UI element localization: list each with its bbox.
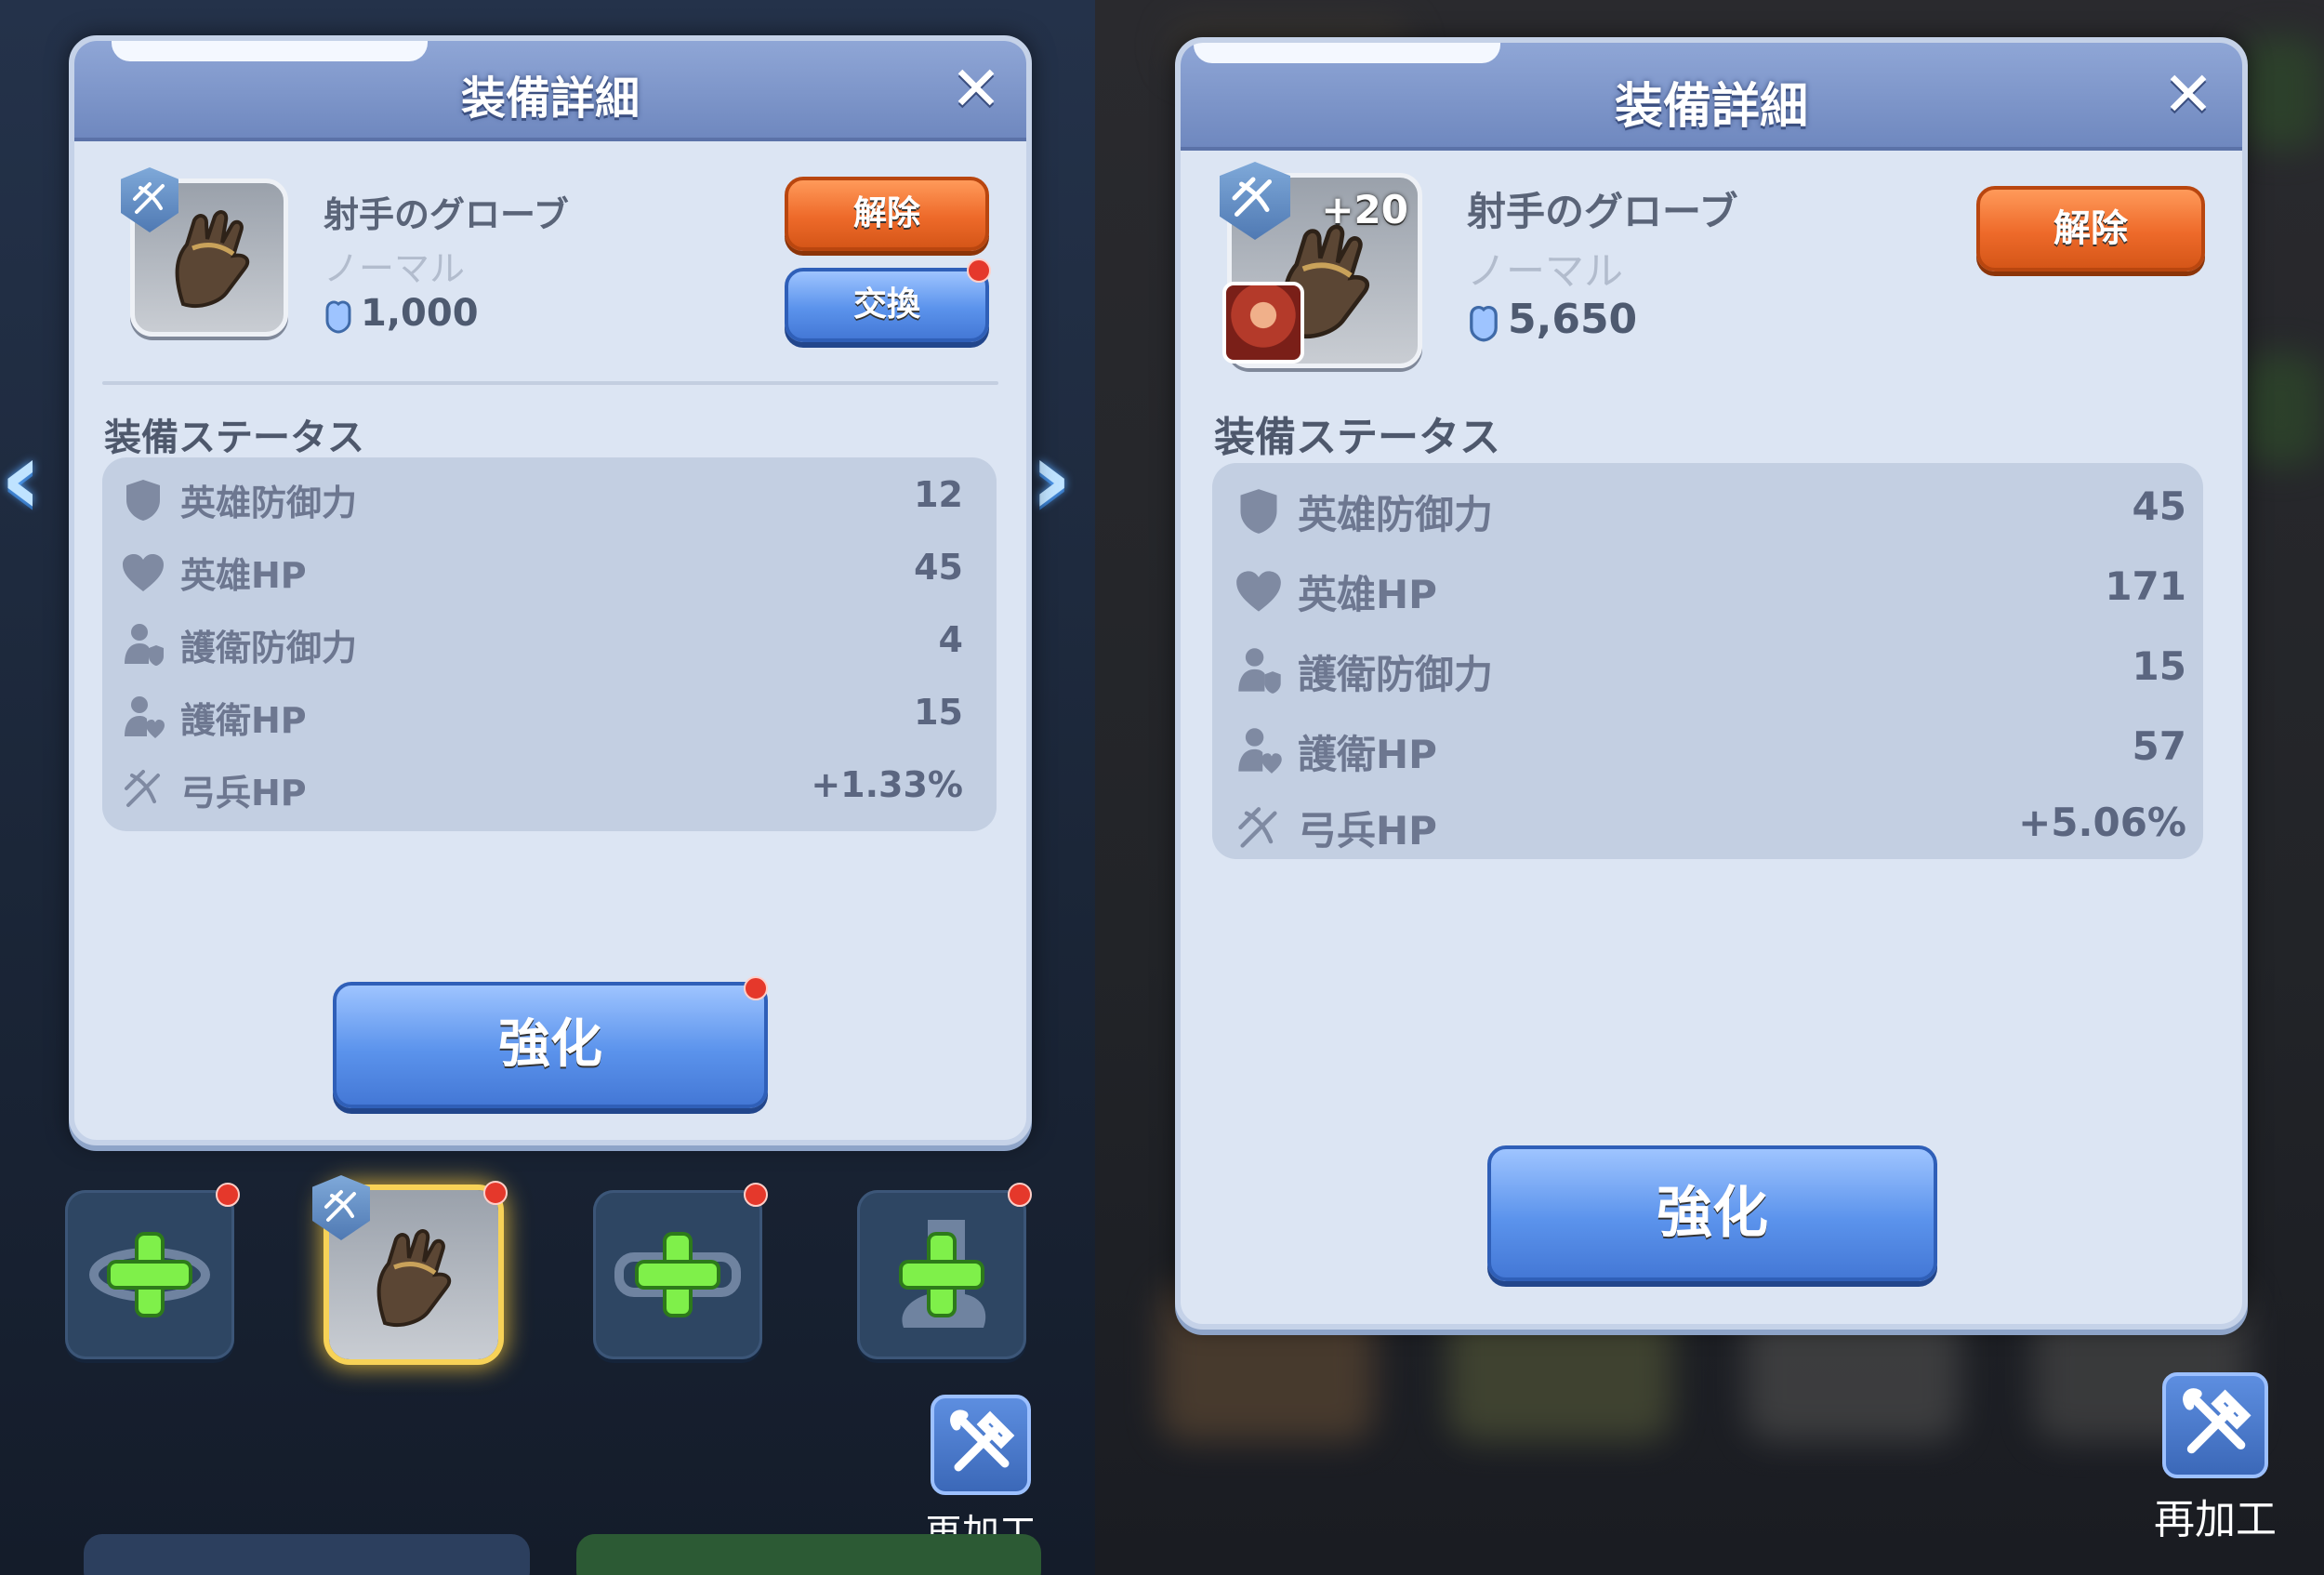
unequip-button[interactable]: 解除	[1976, 186, 2205, 271]
enhance-level: +20	[1321, 187, 1408, 232]
stat-row: 英雄HP 171	[1212, 558, 2203, 623]
previous-arrow-icon[interactable]: ‹	[0, 418, 42, 537]
item-power: 5,650	[1465, 296, 1637, 343]
stat-label: 英雄防御力	[1298, 492, 1494, 537]
item-power-value: 5,650	[1508, 296, 1638, 343]
slot-notification-dot	[483, 1181, 508, 1205]
item-rarity: ノーマル	[324, 248, 466, 289]
stat-row: 弓兵HP +5.06%	[1212, 798, 2203, 863]
stats-list: 英雄防御力 45 英雄HP 171 護衛防御力 15 護衛HP 57 弓兵HP	[1212, 463, 2203, 859]
rework-button[interactable]: 再加工	[902, 1395, 1060, 1556]
panel-header: 装備詳細 ✕	[74, 41, 1026, 141]
stat-value: +5.06%	[2018, 800, 2186, 845]
stat-value: 45	[2132, 483, 2186, 529]
slot-notification-dot	[744, 1183, 768, 1207]
item-power-value: 1,000	[361, 292, 479, 335]
close-icon[interactable]: ✕	[946, 59, 1006, 121]
heart-icon	[1236, 571, 1281, 612]
stat-value: 4	[938, 619, 963, 660]
stat-row: 護衛防御力 4	[102, 615, 997, 675]
stat-label: 弓兵HP	[1298, 808, 1437, 854]
stat-value: 171	[2105, 563, 2186, 609]
stat-row: 護衛HP 15	[102, 688, 997, 748]
hammer-wrench-icon	[931, 1395, 1031, 1495]
glove-slot[interactable]	[312, 1175, 508, 1359]
rework-button[interactable]: 再加工	[2127, 1372, 2304, 1545]
stat-label: 英雄防御力	[180, 483, 358, 523]
stat-value: 57	[2132, 723, 2186, 769]
guard-defense-icon	[1238, 648, 1281, 694]
stat-value: 45	[914, 547, 963, 588]
stat-row: 英雄HP 45	[102, 543, 997, 602]
equipment-detail-panel: 装備詳細 ✕ 射手のグローブ ノーマル 1,000 解除 交換 装備ステータス …	[69, 35, 1032, 1145]
panel-header: 装備詳細 ✕	[1181, 43, 2242, 151]
divider	[102, 381, 998, 385]
equipment-detail-panel: 装備詳細 ✕ +20 射手のグローブ ノーマル 5,650 解除 装備ステータス…	[1175, 37, 2248, 1330]
add-icon	[639, 1236, 717, 1314]
power-fist-icon	[1470, 305, 1498, 342]
swap-notification-dot	[967, 258, 991, 283]
glove-icon	[376, 1229, 452, 1328]
hero-avatar[interactable]	[1222, 282, 1304, 364]
power-fist-icon	[325, 300, 351, 334]
enhance-button[interactable]: 強化	[1487, 1145, 1937, 1281]
guard-hp-icon	[125, 696, 165, 738]
item-name: 射手のグローブ	[1467, 189, 1738, 234]
shield-icon	[126, 480, 160, 521]
panel-title: 装備詳細	[460, 73, 640, 125]
status-section-title: 装備ステータス	[1214, 414, 1500, 461]
stat-label: 護衛HP	[1298, 732, 1437, 777]
stat-value: 15	[914, 692, 963, 733]
item-name: 射手のグローブ	[324, 194, 569, 235]
stat-label: 護衛防御力	[180, 628, 358, 668]
stat-label: 護衛防御力	[1298, 652, 1494, 697]
bottom-bar	[576, 1534, 1041, 1575]
stat-label: 護衛HP	[180, 700, 307, 741]
stat-row: 護衛HP 57	[1212, 718, 2203, 783]
stat-label: 弓兵HP	[180, 773, 307, 814]
stat-value: 15	[2132, 643, 2186, 689]
stat-label: 英雄HP	[1298, 572, 1437, 617]
status-section-title: 装備ステータス	[104, 417, 364, 459]
stat-value: 12	[914, 474, 963, 515]
enhance-button[interactable]: 強化	[333, 982, 768, 1108]
archer-icon	[125, 770, 160, 807]
item-power: 1,000	[322, 292, 479, 335]
unequip-button[interactable]: 解除	[785, 177, 989, 251]
bottom-bar	[84, 1534, 530, 1575]
add-icon	[903, 1236, 981, 1314]
stat-row: 英雄防御力 12	[102, 470, 997, 530]
slot-notification-dot	[1008, 1183, 1032, 1207]
stat-row: 英雄防御力 45	[1212, 478, 2203, 543]
stat-row: 弓兵HP +1.33%	[102, 761, 997, 820]
enhance-notification-dot	[744, 976, 768, 1000]
guard-hp-icon	[1238, 728, 1282, 774]
left-screen: ‹ › 装備詳細 ✕ 射手のグローブ ノーマル 1,000 解除 交換 装備ステ…	[0, 0, 1095, 1575]
empty-slot-ring[interactable]	[65, 1183, 240, 1359]
add-icon	[111, 1236, 189, 1314]
rework-label: 再加工	[2154, 1496, 2277, 1543]
stat-label: 英雄HP	[180, 555, 307, 596]
swap-button[interactable]: 交換	[785, 268, 989, 342]
empty-slot-boots[interactable]	[857, 1183, 1032, 1359]
glove-icon	[175, 210, 250, 309]
stat-row: 護衛防御力 15	[1212, 638, 2203, 703]
heart-icon	[123, 554, 164, 591]
archer-icon	[1238, 807, 1277, 848]
hammer-wrench-icon	[2162, 1372, 2268, 1478]
next-arrow-icon[interactable]: ›	[1030, 418, 1072, 537]
stats-list: 英雄防御力 12 英雄HP 45 護衛防御力 4 護衛HP 15 弓兵HP +1…	[102, 457, 997, 831]
close-icon[interactable]: ✕	[2159, 64, 2218, 126]
panel-title: 装備詳細	[1614, 79, 1808, 135]
empty-slot-belt[interactable]	[593, 1183, 768, 1359]
right-screen: 装備詳細 ✕ +20 射手のグローブ ノーマル 5,650 解除 装備ステータス…	[1095, 0, 2324, 1575]
item-rarity: ノーマル	[1467, 248, 1624, 294]
shield-icon	[1240, 489, 1277, 534]
guard-defense-icon	[125, 624, 164, 666]
stat-value: +1.33%	[811, 764, 963, 805]
slot-notification-dot	[216, 1183, 240, 1207]
